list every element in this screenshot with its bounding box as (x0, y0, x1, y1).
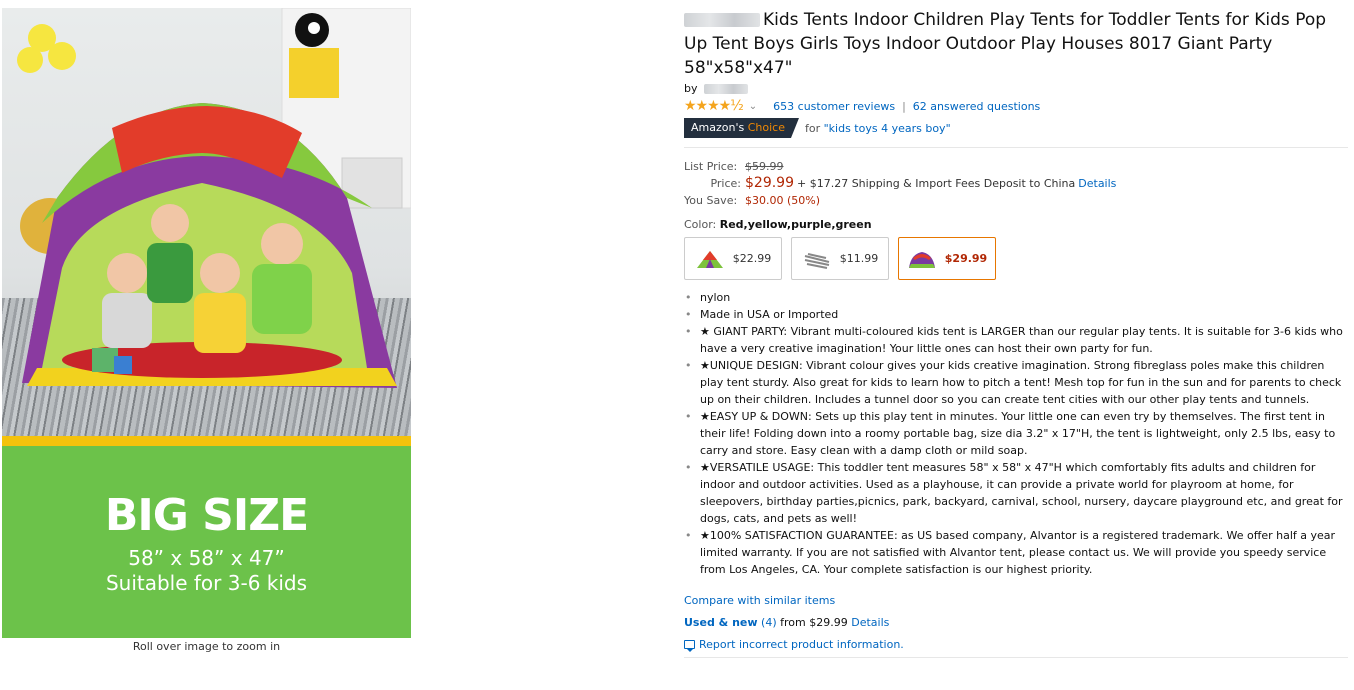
product-detail: Kids Tents Indoor Children Play Tents fo… (684, 8, 1348, 658)
used-new-link[interactable]: Used & new (684, 616, 758, 629)
swatch-price: $11.99 (839, 252, 879, 265)
price-block: List Price: $59.99 Price: $29.99 + $17.2… (684, 158, 1348, 209)
size-banner: BIG SIZE 58” x 58” x 47” Suitable for 3-… (2, 446, 411, 638)
report-row: Report incorrect product information. (684, 638, 1348, 652)
list-price-label: List Price: (684, 160, 738, 173)
big-size-heading: BIG SIZE (104, 490, 309, 541)
brand-redacted (684, 13, 760, 27)
tent-poles-thumbnail-icon (804, 252, 829, 269)
tent-photo (2, 8, 411, 438)
divider (684, 147, 1348, 148)
size-dimensions: 58” x 58” x 47” (128, 546, 285, 570)
amazons-choice-badge[interactable]: Amazon's Choice (684, 118, 799, 138)
color-swatch-1[interactable]: $22.99 (684, 237, 782, 280)
price-row: Price: $29.99 + $17.27 Shipping & Import… (684, 175, 1348, 192)
bullet-item: ★UNIQUE DESIGN: Vibrant colour gives you… (684, 357, 1346, 408)
tent-thumbnail-icon (908, 251, 935, 268)
product-title-block: Kids Tents Indoor Children Play Tents fo… (684, 8, 1348, 80)
used-new-details-link[interactable]: Details (851, 616, 889, 629)
compare-similar-link[interactable]: Compare with similar items (684, 594, 835, 607)
color-swatch-3-selected[interactable]: $29.99 (898, 237, 996, 280)
color-swatches: $22.99 $11.99 $29.99 (684, 237, 1348, 280)
compare-row: Compare with similar items (684, 594, 1348, 607)
list-price-value: $59.99 (745, 160, 784, 173)
used-new-count[interactable]: (4) (761, 616, 777, 629)
price-value: $29.99 (745, 175, 794, 191)
brand-link-redacted[interactable] (704, 84, 748, 94)
bullet-item: ★EASY UP & DOWN: Sets up this play tent … (684, 408, 1346, 459)
by-label: by (684, 82, 698, 95)
savings-row: You Save: $30.00 (50%) (684, 192, 1348, 209)
bullet-item: ★ GIANT PARTY: Vibrant multi-coloured ki… (684, 323, 1346, 357)
shipping-details-link[interactable]: Details (1078, 175, 1116, 192)
byline: by (684, 82, 1348, 95)
customer-reviews-link[interactable]: 653 customer reviews (773, 100, 895, 113)
swatch-price: $29.99 (944, 252, 988, 265)
choice-query-link[interactable]: "kids toys 4 years boy" (824, 122, 951, 135)
badge-choice: Choice (747, 121, 785, 134)
color-selector: Color: Red,yellow,purple,green $22.99 $1… (684, 218, 1348, 280)
divider-bottom (684, 657, 1348, 658)
image-column: BIG SIZE 58” x 58” x 47” Suitable for 3-… (2, 8, 411, 658)
choice-for-text: for "kids toys 4 years boy" (805, 122, 951, 135)
badge-prefix: Amazon's (691, 121, 745, 134)
chevron-down-icon[interactable]: ⌄ (749, 101, 757, 112)
choice-for-label: for (804, 121, 821, 135)
suitable-age-text: Suitable for 3-6 kids (105, 571, 308, 595)
product-main-image[interactable]: BIG SIZE 58” x 58” x 47” Suitable for 3-… (2, 8, 411, 638)
list-price-row: List Price: $59.99 (684, 158, 1348, 175)
tent-illustration (17, 8, 411, 388)
shipping-text: + $17.27 Shipping & Import Fees Deposit … (797, 177, 1076, 190)
rating-row: ★★★★½ ⌄ 653 customer reviews | 62 answer… (684, 97, 1348, 115)
you-save-value: $30.00 (50%) (745, 194, 821, 207)
color-label: Color: (684, 218, 717, 231)
color-swatch-2[interactable]: $11.99 (791, 237, 889, 280)
you-save-label: You Save: (684, 194, 738, 207)
zoom-hint: Roll over image to zoom in (132, 640, 281, 653)
amazons-choice-row: Amazon's Choice for "kids toys 4 years b… (684, 118, 1348, 138)
answered-questions-link[interactable]: 62 answered questions (913, 100, 1040, 113)
message-icon (684, 640, 695, 652)
yellow-strip (2, 436, 411, 446)
swatch-price: $22.99 (732, 252, 772, 265)
tent-thumbnail-icon (696, 250, 723, 268)
price-label: Price: (710, 177, 741, 190)
bullet-item: nylon (684, 289, 1346, 306)
feature-bullets: nylon Made in USA or Imported ★ GIANT PA… (684, 289, 1348, 578)
bullet-item: ★VERSATILE USAGE: This toddler tent meas… (684, 459, 1346, 527)
bullet-item: Made in USA or Imported (684, 306, 1346, 323)
bullet-item: ★100% SATISFACTION GUARANTEE: as US base… (684, 527, 1346, 578)
used-new-from: from $29.99 (780, 616, 848, 629)
color-value: Red,yellow,purple,green (719, 218, 872, 231)
used-new-row: Used & new (4) from $29.99 Details (684, 616, 1348, 629)
report-incorrect-info-link[interactable]: Report incorrect product information. (699, 638, 904, 651)
star-rating-icon[interactable]: ★★★★½ (684, 98, 744, 114)
product-title: Kids Tents Indoor Children Play Tents fo… (684, 10, 1327, 78)
rating-separator: | (902, 99, 906, 113)
